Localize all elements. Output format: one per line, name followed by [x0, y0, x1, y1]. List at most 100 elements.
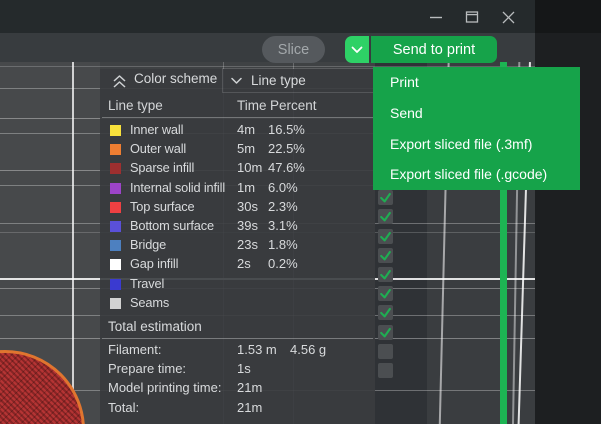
column-header-percent: Percent — [270, 98, 317, 113]
legend-label: Internal solid infill — [130, 180, 225, 195]
visibility-checkbox-seams[interactable] — [378, 363, 393, 378]
grid-line-vertical — [72, 62, 74, 424]
slice-button[interactable]: Slice — [262, 36, 325, 63]
visibility-checkbox-bottom-surface[interactable] — [378, 286, 393, 301]
table-column-headers: Line type Time Percent — [100, 96, 375, 116]
maximize-button[interactable] — [458, 6, 486, 28]
app-window: Slice Send to print Color scheme — [0, 0, 601, 424]
minimize-button[interactable] — [422, 6, 450, 28]
legend-row-inner-wall: Inner wall 4m 16.5% — [100, 121, 375, 140]
legend-percent: 2.3% — [268, 199, 298, 214]
visibility-checkbox-gap-infill[interactable] — [378, 325, 393, 340]
send-to-print-label: Send to print — [393, 42, 475, 58]
total-value: 21m — [237, 400, 262, 415]
legend-label: Bottom surface — [130, 218, 214, 233]
divider — [102, 338, 373, 339]
total-row-model-printing-time: Model printing time: 21m — [100, 379, 375, 398]
color-swatch — [110, 221, 121, 232]
menu-item-send[interactable]: Send — [373, 98, 580, 129]
legend-label: Gap infill — [130, 256, 178, 271]
color-swatch — [110, 125, 121, 136]
menu-item-export-sliced-file-3mf[interactable]: Export sliced file (.3mf) — [373, 129, 580, 160]
color-swatch — [110, 163, 121, 174]
legend-row-gap-infill: Gap infill 2s 0.2% — [100, 255, 375, 274]
legend-row-bridge: Bridge 23s 1.8% — [100, 236, 375, 255]
visibility-checkbox-inner-wall[interactable] — [378, 190, 393, 205]
view-mode-value: Line type — [251, 73, 306, 88]
color-swatch — [110, 298, 121, 309]
color-scheme-label: Color scheme — [134, 71, 217, 86]
chevron-down-icon — [231, 77, 242, 85]
send-to-print-button[interactable]: Send to print — [371, 36, 497, 63]
total-row-prepare-time: Prepare time: 1s — [100, 360, 375, 379]
visibility-checkbox-sparse-infill[interactable] — [378, 229, 393, 244]
total-label: Filament: — [108, 342, 161, 357]
close-icon — [501, 10, 516, 25]
check-icon — [379, 287, 392, 300]
titlebar — [0, 0, 535, 33]
legend-time: 1m — [237, 180, 255, 195]
color-swatch — [110, 183, 121, 194]
send-dropdown-arrow-button[interactable] — [345, 36, 369, 63]
color-swatch — [110, 202, 121, 213]
check-icon — [379, 191, 392, 204]
legend-row-outer-wall: Outer wall 5m 22.5% — [100, 140, 375, 159]
check-icon — [379, 268, 392, 281]
legend-label: Outer wall — [130, 141, 186, 156]
legend-label: Sparse infill — [130, 160, 194, 175]
visibility-checkbox-internal-solid-infill[interactable] — [378, 248, 393, 263]
total-value: 1.53 m — [237, 342, 277, 357]
legend-time: 23s — [237, 237, 258, 252]
legend-percent: 1.8% — [268, 237, 298, 252]
legend-label: Seams — [130, 295, 169, 310]
legend-rows: Inner wall 4m 16.5% Outer wall 5m 22.5% … — [100, 121, 375, 313]
total-row-filament: Filament: 1.53 m 4.56 g — [100, 341, 375, 360]
legend-percent: 6.0% — [268, 180, 298, 195]
total-label: Model printing time: — [108, 380, 221, 395]
right-panel-strip-top — [535, 0, 601, 33]
slice-button-label: Slice — [278, 42, 309, 58]
color-swatch — [110, 259, 121, 270]
visibility-checkbox-outer-wall[interactable] — [378, 209, 393, 224]
close-button[interactable] — [494, 6, 522, 28]
minimize-icon — [429, 10, 443, 24]
check-icon — [379, 249, 392, 262]
legend-percent: 47.6% — [268, 160, 305, 175]
view-mode-dropdown[interactable]: Line type — [222, 68, 374, 93]
menu-item-print[interactable]: Print — [373, 67, 580, 98]
legend-row-travel: Travel — [100, 275, 375, 294]
check-icon — [379, 306, 392, 319]
visibility-checkbox-travel[interactable] — [378, 344, 393, 359]
total-rows: Filament: 1.53 m 4.56 g Prepare time: 1s… — [100, 341, 375, 418]
legend-label: Bridge — [130, 237, 166, 252]
legend-row-top-surface: Top surface 30s 2.3% — [100, 198, 375, 217]
total-estimation-title: Total estimation — [108, 319, 202, 334]
chevron-down-icon — [351, 46, 363, 54]
check-icon — [379, 230, 392, 243]
column-header-time: Time — [237, 98, 267, 113]
legend-label: Travel — [130, 276, 164, 291]
visibility-checkbox-top-surface[interactable] — [378, 267, 393, 282]
legend-panel: Color scheme Line type Line type Time Pe… — [100, 69, 375, 424]
total-value: 21m — [237, 380, 262, 395]
legend-label: Top surface — [130, 199, 195, 214]
total-label: Prepare time: — [108, 361, 186, 376]
legend-time: 30s — [237, 199, 258, 214]
legend-percent: 0.2% — [268, 256, 298, 271]
collapse-panel-button[interactable] — [108, 72, 130, 90]
legend-time: 4m — [237, 122, 255, 137]
legend-row-sparse-infill: Sparse infill 10m 47.6% — [100, 159, 375, 178]
color-swatch — [110, 279, 121, 290]
legend-row-bottom-surface: Bottom surface 39s 3.1% — [100, 217, 375, 236]
legend-time: 39s — [237, 218, 258, 233]
maximize-icon — [465, 10, 479, 24]
legend-row-seams: Seams — [100, 294, 375, 313]
menu-item-export-sliced-file-gcode[interactable]: Export sliced file (.gcode) — [373, 159, 580, 190]
visibility-checkbox-bridge[interactable] — [378, 305, 393, 320]
legend-percent: 22.5% — [268, 141, 305, 156]
legend-row-internal-solid-infill: Internal solid infill 1m 6.0% — [100, 179, 375, 198]
column-header-line-type: Line type — [108, 98, 163, 113]
legend-time: 5m — [237, 141, 255, 156]
total-row-total: Total: 21m — [100, 399, 375, 418]
color-swatch — [110, 144, 121, 155]
